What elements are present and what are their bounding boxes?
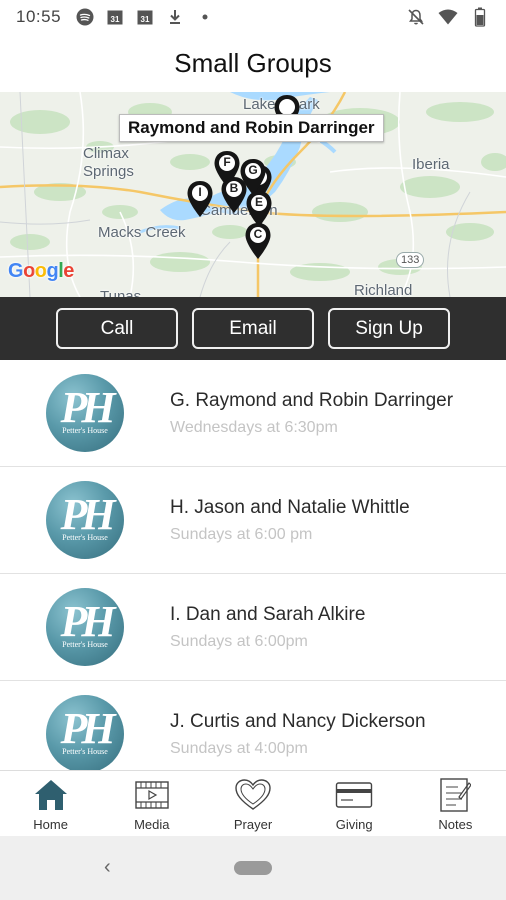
home-icon [32, 777, 70, 813]
pin-label: G [248, 163, 258, 177]
map-label-iberia: Iberia [412, 156, 450, 173]
group-text: I. Dan and Sarah Alkire Sundays at 6:00p… [170, 604, 365, 651]
back-icon[interactable]: ‹ [104, 856, 111, 879]
group-name: J. Curtis and Nancy Dickerson [170, 710, 426, 732]
spotify-icon [75, 7, 95, 27]
group-text: H. Jason and Natalie Whittle Sundays at … [170, 497, 410, 544]
nav-label: Prayer [233, 817, 273, 832]
calendar-icon: 31 [105, 7, 125, 27]
pin-label: E [254, 195, 263, 209]
map-callout[interactable]: Raymond and Robin Darringer [119, 114, 384, 142]
group-name: I. Dan and Sarah Alkire [170, 603, 366, 625]
group-time: Sundays at 4:00pm [170, 739, 308, 757]
dot-icon [195, 7, 215, 27]
group-text: J. Curtis and Nancy Dickerson Sundays at… [170, 711, 426, 758]
home-pill[interactable] [234, 861, 272, 875]
page-title: Small Groups [174, 47, 332, 78]
list-item[interactable]: PH Petter's House I. Dan and Sarah Alkir… [0, 574, 506, 681]
status-icons-right [406, 7, 490, 27]
film-icon [133, 777, 171, 813]
wifi-icon [438, 7, 458, 27]
google-logo: Google [8, 260, 74, 282]
map-label-climax: Climax Springs [83, 145, 134, 180]
nav-label: Notes [438, 817, 473, 832]
group-time: Sundays at 6:00pm [170, 632, 308, 650]
svg-text:31: 31 [141, 15, 150, 24]
heart-icon [234, 777, 272, 813]
nav-label: Home [33, 817, 68, 832]
highway-badge: 133 [396, 252, 425, 268]
nav-giving[interactable]: Giving [304, 771, 405, 836]
signup-button[interactable]: Sign Up [328, 308, 450, 349]
map-pin-i[interactable]: I [186, 180, 214, 218]
logo-caption: Petter's House [62, 533, 108, 542]
bottom-nav: Home Media Prayer Giving Notes [0, 770, 506, 836]
map-label-tunas: Tunas [100, 288, 142, 297]
nav-label: Giving [335, 817, 373, 832]
action-bar: Call Email Sign Up [0, 297, 506, 360]
download-icon [165, 7, 185, 27]
logo-caption: Petter's House [62, 640, 108, 649]
nav-label: Media [134, 817, 170, 832]
logo-caption: Petter's House [62, 426, 108, 435]
group-text: G. Raymond and Robin Darringer Wednesday… [170, 390, 453, 437]
map-label-macks: Macks Creek [98, 224, 186, 241]
group-time: Sundays at 6:00 pm [170, 525, 313, 543]
email-button[interactable]: Email [192, 308, 314, 349]
status-time: 10:55 [16, 7, 62, 26]
nav-media[interactable]: Media [101, 771, 202, 836]
group-list[interactable]: PH Petter's House G. Raymond and Robin D… [0, 360, 506, 770]
group-name: H. Jason and Natalie Whittle [170, 496, 410, 518]
pin-label: F [223, 155, 231, 169]
map-label-richland: Richland [354, 282, 413, 297]
map-pin-b[interactable]: B [220, 176, 248, 214]
app-header: Small Groups [0, 34, 506, 92]
group-logo: PH Petter's House [46, 588, 124, 666]
calendar-icon: 31 [135, 7, 155, 27]
svg-text:31: 31 [111, 15, 120, 24]
notes-icon [436, 777, 474, 813]
status-bar: 10:55 31 31 [0, 0, 506, 34]
map-view[interactable]: Lake Ozark Climax Springs Iberia Macks C… [0, 92, 506, 297]
pin-label: C [253, 227, 263, 241]
call-button[interactable]: Call [56, 308, 178, 349]
credit-card-icon [335, 777, 373, 813]
list-item[interactable]: PH Petter's House G. Raymond and Robin D… [0, 360, 506, 467]
status-icons-left: 31 31 [75, 7, 215, 27]
nav-prayer[interactable]: Prayer [202, 771, 303, 836]
list-item[interactable]: PH Petter's House J. Curtis and Nancy Di… [0, 681, 506, 770]
group-time: Wednesdays at 6:30pm [170, 418, 338, 436]
battery-icon [470, 7, 490, 27]
system-nav: ‹ [0, 836, 506, 900]
nav-home[interactable]: Home [0, 771, 101, 836]
logo-caption: Petter's House [62, 747, 108, 756]
group-logo: PH Petter's House [46, 374, 124, 452]
notifications-off-icon [406, 7, 426, 27]
list-item[interactable]: PH Petter's House H. Jason and Natalie W… [0, 467, 506, 574]
pin-label: B [229, 181, 239, 195]
pin-label: I [198, 185, 202, 199]
group-logo: PH Petter's House [46, 695, 124, 770]
group-logo: PH Petter's House [46, 481, 124, 559]
map-pin-c[interactable]: C [244, 222, 272, 260]
group-name: G. Raymond and Robin Darringer [170, 389, 454, 411]
nav-notes[interactable]: Notes [405, 771, 506, 836]
